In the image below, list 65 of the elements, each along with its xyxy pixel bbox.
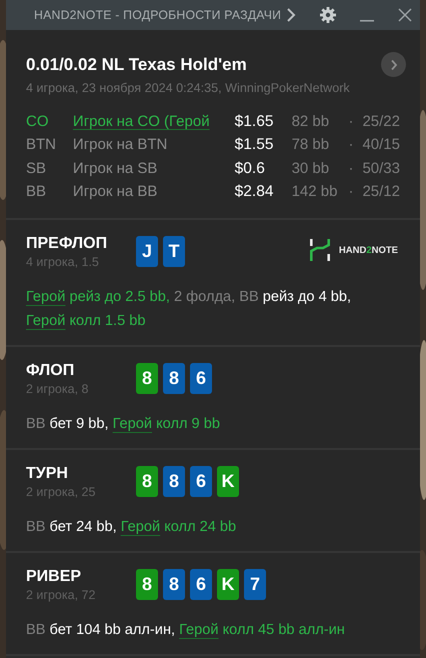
hand-subtitle: 4 игрока, 23 ноября 2024 0:24:35, WinningPokerNetwork: [26, 81, 351, 95]
chevron-right-icon[interactable]: [286, 7, 296, 23]
settings-icon[interactable]: [320, 7, 336, 23]
player-stats: 25/22: [362, 113, 400, 130]
street-info: 4 игрока, 1.5: [26, 255, 100, 269]
street-name: ФЛОП: [26, 362, 76, 380]
street-name: РИВЕР: [26, 568, 82, 586]
playing-card: 8: [163, 363, 185, 394]
playing-card: T: [163, 236, 185, 267]
playing-card: 6: [190, 466, 212, 497]
street-name: ПРЕФЛОП: [26, 235, 108, 253]
chevron-right-icon: [390, 58, 398, 70]
playing-card: K: [217, 466, 239, 497]
street-name: ТУРН: [26, 465, 69, 483]
action-line: BB бет 104 bb алл-ин, Герой колл 45 bb алл-ин: [26, 621, 346, 640]
separator-dot: ·: [348, 113, 354, 130]
playing-card: J: [136, 236, 158, 267]
playing-card: 8: [163, 569, 185, 600]
separator-dot: ·: [348, 136, 354, 154]
street-info: 2 игрока, 8: [26, 382, 90, 396]
playing-card: 8: [136, 363, 158, 394]
close-icon[interactable]: [398, 8, 412, 22]
action-line: BB бет 9 bb, Герой колл 9 bb: [26, 415, 221, 434]
stack-amount: $1.55: [234, 136, 274, 154]
stack-bb: 30 bb: [292, 160, 330, 177]
player-name[interactable]: Игрок на CO (Герой: [72, 113, 235, 130]
position-label: CO: [26, 113, 50, 130]
separator-dot: ·: [348, 183, 354, 200]
player-stats: 25/12: [362, 183, 400, 200]
stack-amount: $1.65: [234, 113, 274, 131]
hand-title: 0.01/0.02 NL Texas Hold'em: [26, 54, 247, 74]
position-label: BB: [26, 183, 48, 200]
player-stats: 50/33: [362, 160, 400, 177]
position-label: BTN: [26, 136, 57, 154]
stack-amount: $2.84: [234, 183, 274, 202]
logo-icon: [308, 239, 331, 261]
player-stats: 40/15: [362, 136, 400, 154]
action-line: BB бет 24 bb, Герой колл 24 bb: [26, 518, 238, 537]
player-name: Игрок на BB: [72, 183, 158, 200]
street-info: 2 игрока, 25: [26, 485, 96, 499]
playing-card: 8: [136, 466, 158, 497]
playing-card: 7: [244, 569, 266, 600]
playing-card: K: [217, 569, 239, 600]
stack-bb: 82 bb: [292, 113, 330, 130]
stack-bb: 78 bb: [292, 136, 330, 154]
player-name: Игрок на SB: [72, 160, 158, 177]
hero-link[interactable]: Герой: [26, 289, 66, 305]
next-hand-button[interactable]: [381, 52, 406, 77]
street-info: 2 игрока, 72: [26, 588, 96, 602]
hero-link[interactable]: Герой: [120, 519, 160, 535]
playing-card: 8: [136, 569, 158, 600]
playing-card: 8: [163, 466, 185, 497]
action-line: Герой рейз до 2.5 bb, 2 фолда, BB рейз до 4 bb, Герой колл 1.5 bb: [26, 288, 352, 331]
separator-dot: ·: [348, 160, 354, 177]
playing-card: 6: [190, 569, 212, 600]
player-name: Игрок на BTN: [72, 136, 168, 154]
position-label: SB: [26, 160, 48, 177]
logo-wordmark: HAND2NOTE: [338, 244, 398, 256]
hero-link[interactable]: Герой: [179, 622, 219, 638]
hero-link[interactable]: Герой: [26, 313, 66, 329]
playing-card: 6: [190, 363, 212, 394]
hero-link[interactable]: Герой: [112, 416, 152, 432]
stack-bb: 142 bb: [292, 183, 338, 200]
stack-amount: $0.6: [234, 160, 266, 178]
window-title: HAND2NOTE - ПОДРОБНОСТИ РАЗДАЧИ: [34, 8, 282, 22]
